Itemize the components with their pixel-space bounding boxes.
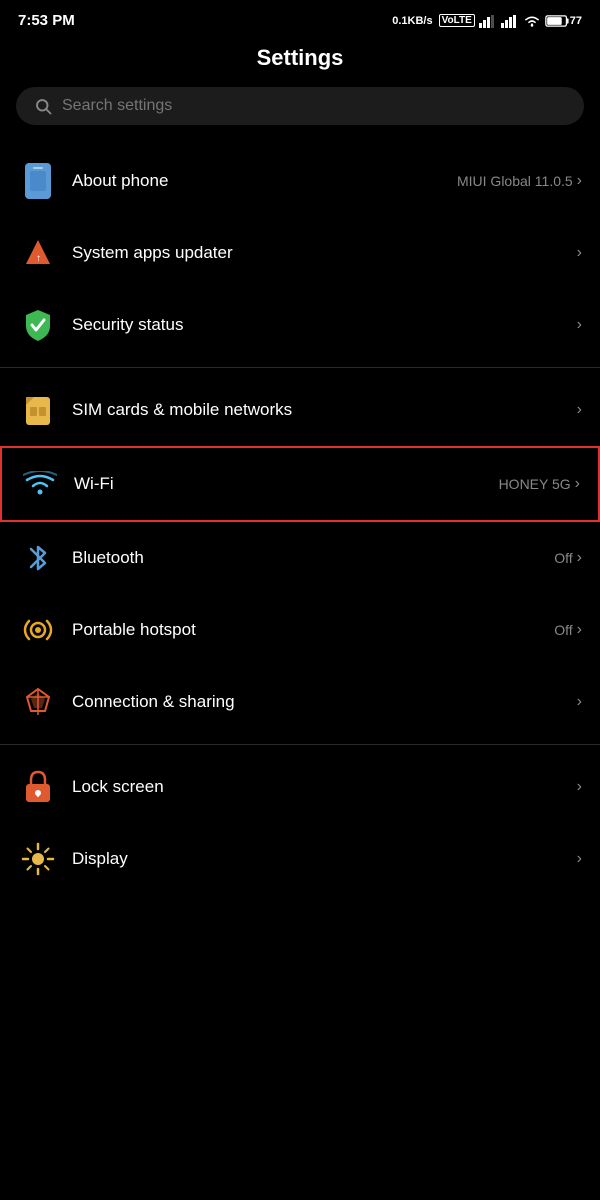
about-phone-value: MIUI Global 11.0.5 <box>457 173 573 189</box>
settings-item-connection-sharing[interactable]: Connection & sharing › <box>0 666 600 738</box>
security-status-label: Security status <box>72 315 184 335</box>
security-status-icon <box>18 305 58 345</box>
bluetooth-icon <box>18 538 58 578</box>
portable-hotspot-value: Off <box>554 622 572 638</box>
portable-hotspot-icon <box>18 610 58 650</box>
wifi-chevron: › <box>575 475 580 493</box>
settings-item-security-status[interactable]: Security status › <box>0 289 600 361</box>
settings-item-display[interactable]: Display › <box>0 823 600 895</box>
network-speed: 0.1KB/s <box>392 15 432 27</box>
sim-cards-chevron: › <box>577 401 582 419</box>
status-time: 7:53 PM <box>18 12 75 29</box>
system-apps-updater-label: System apps updater <box>72 243 233 263</box>
security-status-chevron: › <box>577 316 582 334</box>
connection-sharing-label: Connection & sharing <box>72 692 235 712</box>
settings-item-system-apps-updater[interactable]: ↑ System apps updater › <box>0 217 600 289</box>
about-phone-label: About phone <box>72 171 168 191</box>
divider-2 <box>0 744 600 745</box>
divider-1 <box>0 367 600 368</box>
volte-icon: VoLTE <box>439 14 475 27</box>
status-bar: 7:53 PM 0.1KB/s VoLTE <box>0 0 600 35</box>
system-apps-updater-icon: ↑ <box>18 233 58 273</box>
sim-cards-label: SIM cards & mobile networks <box>72 400 292 420</box>
settings-item-bluetooth[interactable]: Bluetooth Off › <box>0 522 600 594</box>
settings-item-portable-hotspot[interactable]: Portable hotspot Off › <box>0 594 600 666</box>
bluetooth-chevron: › <box>577 549 582 567</box>
signal2-icon <box>501 14 519 28</box>
page-title: Settings <box>0 35 600 87</box>
display-label: Display <box>72 849 128 869</box>
connection-sharing-chevron: › <box>577 693 582 711</box>
signal-icon <box>479 14 497 28</box>
svg-text:↑: ↑ <box>36 253 41 264</box>
wifi-label: Wi-Fi <box>74 474 114 494</box>
search-bar[interactable] <box>16 87 584 125</box>
lock-screen-chevron: › <box>577 778 582 796</box>
bluetooth-value: Off <box>554 550 572 566</box>
battery-icon: 77 <box>545 14 582 28</box>
about-phone-icon <box>18 161 58 201</box>
sim-cards-icon <box>18 390 58 430</box>
portable-hotspot-label: Portable hotspot <box>72 620 196 640</box>
wifi-icon <box>20 464 60 504</box>
search-icon <box>34 97 52 115</box>
settings-list: About phone MIUI Global 11.0.5 › ↑ Syste… <box>0 145 600 895</box>
settings-item-sim-cards[interactable]: SIM cards & mobile networks › <box>0 374 600 446</box>
about-phone-chevron: › <box>577 172 582 190</box>
settings-item-lock-screen[interactable]: Lock screen › <box>0 751 600 823</box>
system-apps-updater-chevron: › <box>577 244 582 262</box>
connection-sharing-icon <box>18 682 58 722</box>
wifi-value: HONEY 5G <box>499 476 571 492</box>
lock-screen-label: Lock screen <box>72 777 164 797</box>
search-input[interactable] <box>62 97 566 115</box>
settings-item-about-phone[interactable]: About phone MIUI Global 11.0.5 › <box>0 145 600 217</box>
display-icon <box>18 839 58 879</box>
lock-screen-icon <box>18 767 58 807</box>
display-chevron: › <box>577 850 582 868</box>
settings-item-wifi[interactable]: Wi-Fi HONEY 5G › <box>0 446 600 522</box>
bluetooth-label: Bluetooth <box>72 548 144 568</box>
status-icons: 0.1KB/s VoLTE <box>392 14 582 28</box>
wifi-status-icon <box>523 14 541 28</box>
portable-hotspot-chevron: › <box>577 621 582 639</box>
